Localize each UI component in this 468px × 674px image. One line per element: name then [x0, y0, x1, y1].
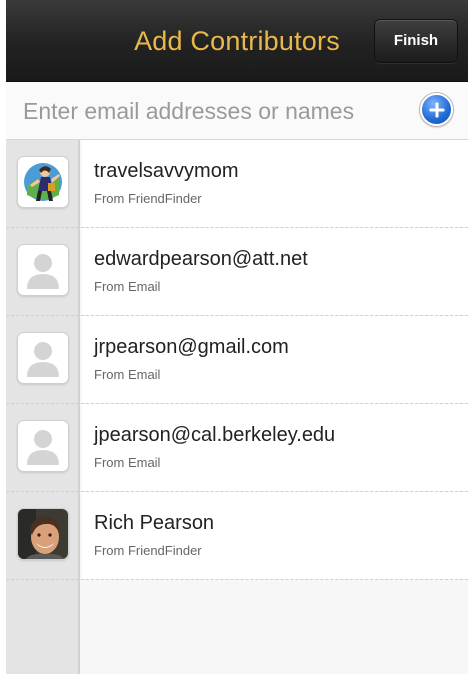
contact-list-area: travelsavvymom From FriendFinder edwardp… — [6, 140, 468, 674]
plus-icon — [429, 102, 444, 117]
avatar — [17, 244, 69, 296]
contact-source: From FriendFinder — [94, 191, 202, 206]
avatar — [17, 420, 69, 472]
finish-button[interactable]: Finish — [374, 19, 458, 63]
recipient-search-row — [6, 82, 468, 140]
list-item[interactable]: jpearson@cal.berkeley.edu From Email — [6, 404, 468, 492]
person-placeholder-icon — [18, 421, 68, 471]
avatar — [17, 508, 69, 560]
list-item[interactable]: jrpearson@gmail.com From Email — [6, 316, 468, 404]
contact-list: travelsavvymom From FriendFinder edwardp… — [6, 140, 468, 580]
recipient-search-input[interactable] — [23, 90, 403, 132]
avatar — [17, 156, 69, 208]
contact-source: From Email — [94, 279, 161, 294]
person-placeholder-icon — [18, 245, 68, 295]
contact-name: edwardpearson@att.net — [94, 248, 308, 270]
navigation-bar: Add Contributors Finish — [6, 0, 468, 82]
person-placeholder-icon — [18, 333, 68, 383]
contact-source: From Email — [94, 367, 161, 382]
cartoon-photo-icon — [18, 157, 68, 207]
avatar — [17, 332, 69, 384]
app-screen: Add Contributors Finish Enter email addr… — [6, 0, 468, 674]
list-item[interactable]: edwardpearson@att.net From Email — [6, 228, 468, 316]
contact-source: From Email — [94, 455, 161, 470]
list-item[interactable]: travelsavvymom From FriendFinder — [6, 140, 468, 228]
list-item[interactable]: Rich Pearson From FriendFinder — [6, 492, 468, 580]
contact-name: jpearson@cal.berkeley.edu — [94, 424, 336, 446]
contact-name: Rich Pearson — [94, 512, 215, 534]
contact-name: travelsavvymom — [94, 160, 239, 182]
contact-source: From FriendFinder — [94, 543, 202, 558]
add-contact-button[interactable] — [420, 93, 453, 126]
contact-name: jrpearson@gmail.com — [94, 336, 289, 358]
profile-photo-icon — [18, 509, 68, 559]
